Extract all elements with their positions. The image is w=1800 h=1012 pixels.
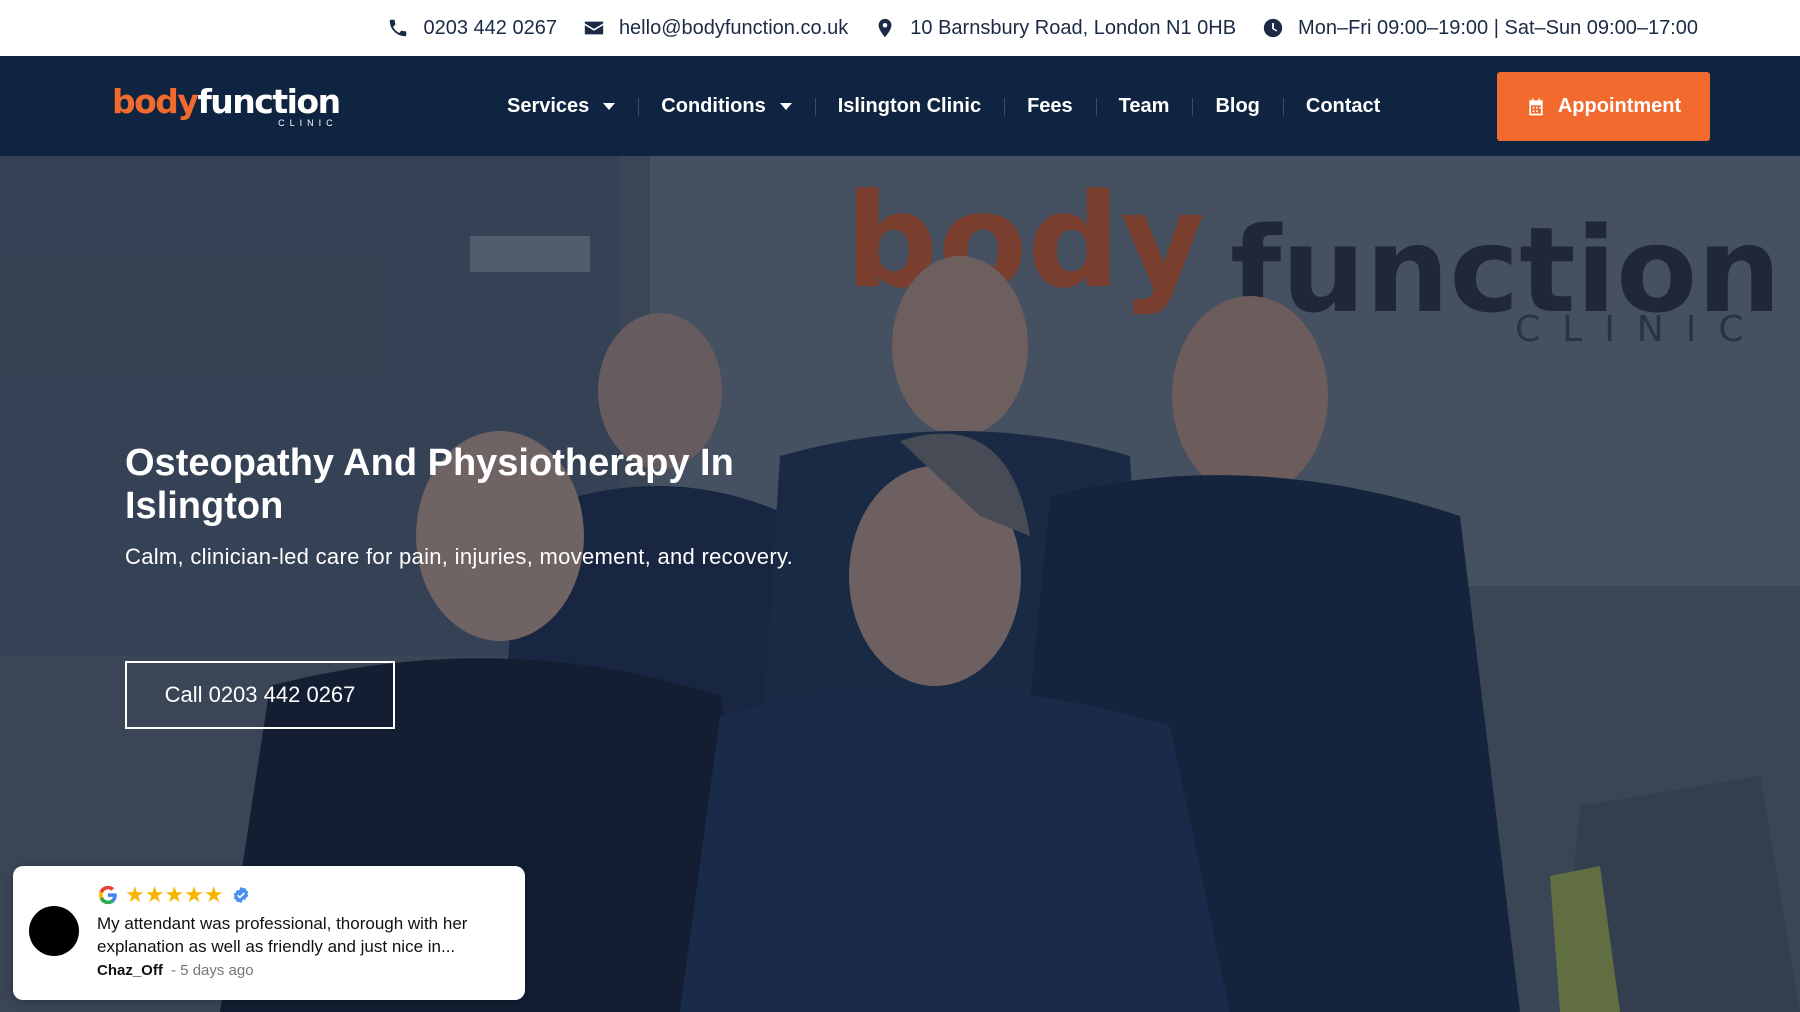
address-link[interactable]: 10 Barnsbury Road, London N1 0HB (874, 17, 1236, 40)
avatar (29, 906, 79, 956)
chevron-down-icon (779, 102, 792, 110)
nav-label: Islington Clinic (837, 94, 982, 117)
nav-item-contact[interactable]: Contact (1282, 94, 1403, 118)
review-header: ★★★★★ (97, 884, 250, 906)
logo-tagline: CLINIC (278, 118, 338, 128)
nav-item-services[interactable]: Services (484, 95, 638, 118)
nav-item-team[interactable]: Team (1095, 94, 1193, 118)
phone-text: 0203 442 0267 (423, 16, 557, 39)
nav-label: Services (507, 94, 590, 117)
hero-subtitle: Calm, clinician-led care for pain, injur… (125, 544, 794, 569)
chevron-down-icon (603, 102, 616, 110)
logo-body-text: body (112, 82, 199, 121)
verified-badge-icon (233, 886, 248, 904)
call-button[interactable]: Call 0203 442 0267 (125, 661, 395, 729)
primary-nav: Services Conditions Islington Clinic Fee… (484, 56, 1403, 156)
email-link[interactable]: hello@bodyfunction.co.uk (583, 17, 848, 40)
nav-label: Blog (1215, 94, 1260, 117)
map-pin-icon (878, 18, 892, 38)
appointment-button[interactable]: Appointment (1497, 72, 1710, 141)
main-navbar: bodyfunction CLINIC Services Conditions … (0, 56, 1800, 156)
review-text: My attendant was professional, thorough … (97, 914, 468, 956)
nav-label: Conditions (661, 94, 766, 117)
nav-item-conditions[interactable]: Conditions (638, 95, 814, 118)
appointment-label: Appointment (1557, 95, 1682, 117)
site-logo[interactable]: bodyfunction CLINIC (112, 82, 341, 129)
envelope-icon (584, 21, 604, 35)
nav-item-fees[interactable]: Fees (1004, 95, 1096, 118)
nav-item-blog[interactable]: Blog (1192, 95, 1282, 118)
address-text: 10 Barnsbury Road, London N1 0HB (910, 16, 1237, 39)
google-icon (98, 885, 117, 905)
logo-function-text: function (197, 82, 341, 121)
review-author: Chaz_Off (97, 962, 163, 979)
nav-label: Contact (1305, 94, 1381, 117)
hours-info: Mon–Fri 09:00–19:00 | Sat–Sun 09:00–17:0… (1262, 17, 1698, 40)
hero-title: Osteopathy And Physiotherapy In Islingto… (125, 442, 734, 527)
review-card[interactable]: ★★★★★ My attendant was professional, tho… (13, 866, 525, 1000)
email-text: hello@bodyfunction.co.uk (618, 16, 849, 39)
calendar-icon (1529, 98, 1543, 115)
nav-label: Team (1118, 94, 1170, 117)
phone-link[interactable]: 0203 442 0267 (387, 16, 557, 40)
rating-stars: ★★★★★ (125, 882, 224, 907)
phone-icon (390, 19, 407, 37)
contact-bar: 0203 442 0267 hello@bodyfunction.co.uk 1… (0, 0, 1800, 56)
review-time: - 5 days ago (171, 962, 254, 979)
hours-text: Mon–Fri 09:00–19:00 | Sat–Sun 09:00–17:0… (1298, 16, 1698, 39)
nav-label: Fees (1027, 94, 1073, 117)
clock-icon (1263, 18, 1283, 38)
review-meta: Chaz_Off - 5 days ago (97, 962, 254, 979)
nav-item-islington-clinic[interactable]: Islington Clinic (814, 94, 1004, 118)
